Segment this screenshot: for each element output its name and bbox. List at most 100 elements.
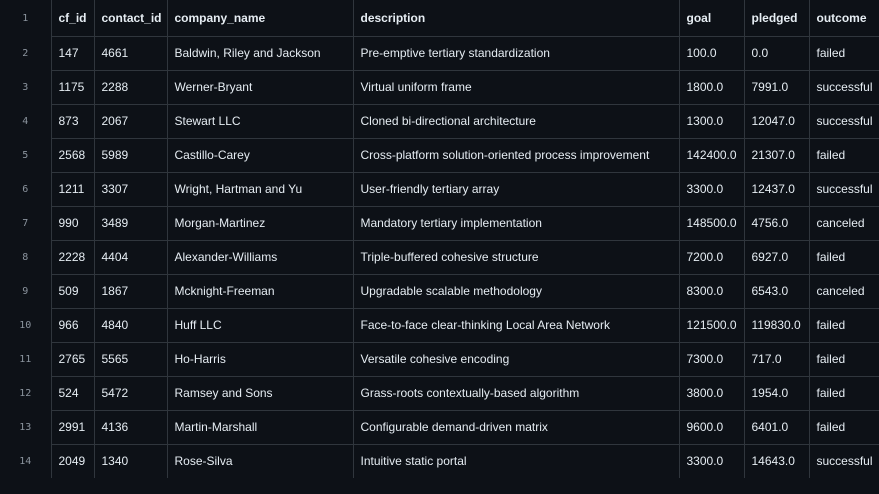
cell-description[interactable]: Cloned bi-directional architecture xyxy=(353,104,680,139)
cell-company-name[interactable]: Ho-Harris xyxy=(167,342,354,377)
cell-company-name[interactable]: Baldwin, Riley and Jackson xyxy=(167,36,354,71)
cell-contact-id[interactable]: 1340 xyxy=(94,444,168,478)
cell-contact-id[interactable]: 4136 xyxy=(94,410,168,445)
cell-cf-id[interactable]: 147 xyxy=(51,36,95,71)
cell-description[interactable]: Versatile cohesive encoding xyxy=(353,342,680,377)
column-header-pledged[interactable]: pledged xyxy=(744,0,810,37)
cell-company-name[interactable]: Werner-Bryant xyxy=(167,70,354,105)
cell-cf-id[interactable]: 873 xyxy=(51,104,95,139)
line-number: 11 xyxy=(0,342,52,376)
cell-company-name[interactable]: Mcknight-Freeman xyxy=(167,274,354,309)
cell-cf-id[interactable]: 2228 xyxy=(51,240,95,275)
cell-outcome[interactable]: canceled xyxy=(809,206,879,241)
cell-pledged[interactable]: 0.0 xyxy=(744,36,810,71)
cell-contact-id[interactable]: 4404 xyxy=(94,240,168,275)
cell-contact-id[interactable]: 2288 xyxy=(94,70,168,105)
cell-outcome[interactable]: successful xyxy=(809,70,879,105)
cell-description[interactable]: Configurable demand-driven matrix xyxy=(353,410,680,445)
cell-company-name[interactable]: Stewart LLC xyxy=(167,104,354,139)
cell-cf-id[interactable]: 1175 xyxy=(51,70,95,105)
cell-cf-id[interactable]: 990 xyxy=(51,206,95,241)
cell-company-name[interactable]: Castillo-Carey xyxy=(167,138,354,173)
cell-description[interactable]: Pre-emptive tertiary standardization xyxy=(353,36,680,71)
cell-pledged[interactable]: 717.0 xyxy=(744,342,810,377)
cell-goal[interactable]: 7200.0 xyxy=(679,240,745,275)
cell-goal[interactable]: 1800.0 xyxy=(679,70,745,105)
cell-cf-id[interactable]: 1211 xyxy=(51,172,95,207)
cell-cf-id[interactable]: 509 xyxy=(51,274,95,309)
cell-contact-id[interactable]: 3307 xyxy=(94,172,168,207)
cell-pledged[interactable]: 12047.0 xyxy=(744,104,810,139)
cell-goal[interactable]: 8300.0 xyxy=(679,274,745,309)
cell-description[interactable]: Grass-roots contextually-based algorithm xyxy=(353,376,680,411)
cell-goal[interactable]: 7300.0 xyxy=(679,342,745,377)
column-header-contact-id[interactable]: contact_id xyxy=(94,0,168,37)
cell-goal[interactable]: 3800.0 xyxy=(679,376,745,411)
cell-pledged[interactable]: 14643.0 xyxy=(744,444,810,478)
cell-description[interactable]: Virtual uniform frame xyxy=(353,70,680,105)
cell-description[interactable]: Intuitive static portal xyxy=(353,444,680,478)
cell-outcome[interactable]: failed xyxy=(809,308,879,343)
cell-outcome[interactable]: failed xyxy=(809,138,879,173)
cell-cf-id[interactable]: 2991 xyxy=(51,410,95,445)
cell-outcome[interactable]: failed xyxy=(809,36,879,71)
cell-goal[interactable]: 9600.0 xyxy=(679,410,745,445)
column-header-company-name[interactable]: company_name xyxy=(167,0,354,37)
cell-contact-id[interactable]: 3489 xyxy=(94,206,168,241)
cell-outcome[interactable]: failed xyxy=(809,240,879,275)
cell-goal[interactable]: 3300.0 xyxy=(679,172,745,207)
cell-description[interactable]: Cross-platform solution-oriented process… xyxy=(353,138,680,173)
column-header-description[interactable]: description xyxy=(353,0,680,37)
cell-pledged[interactable]: 119830.0 xyxy=(744,308,810,343)
cell-goal[interactable]: 100.0 xyxy=(679,36,745,71)
cell-company-name[interactable]: Alexander-Williams xyxy=(167,240,354,275)
cell-outcome[interactable]: successful xyxy=(809,104,879,139)
cell-outcome[interactable]: successful xyxy=(809,444,879,478)
cell-description[interactable]: Triple-buffered cohesive structure xyxy=(353,240,680,275)
column-header-goal[interactable]: goal xyxy=(679,0,745,37)
cell-contact-id[interactable]: 5472 xyxy=(94,376,168,411)
cell-description[interactable]: Upgradable scalable methodology xyxy=(353,274,680,309)
column-header-cf-id[interactable]: cf_id xyxy=(51,0,95,37)
cell-pledged[interactable]: 12437.0 xyxy=(744,172,810,207)
cell-goal[interactable]: 148500.0 xyxy=(679,206,745,241)
cell-contact-id[interactable]: 2067 xyxy=(94,104,168,139)
cell-description[interactable]: User-friendly tertiary array xyxy=(353,172,680,207)
cell-cf-id[interactable]: 2765 xyxy=(51,342,95,377)
cell-company-name[interactable]: Wright, Hartman and Yu xyxy=(167,172,354,207)
cell-contact-id[interactable]: 5565 xyxy=(94,342,168,377)
cell-company-name[interactable]: Martin-Marshall xyxy=(167,410,354,445)
cell-outcome[interactable]: failed xyxy=(809,342,879,377)
cell-cf-id[interactable]: 524 xyxy=(51,376,95,411)
cell-goal[interactable]: 1300.0 xyxy=(679,104,745,139)
cell-pledged[interactable]: 6927.0 xyxy=(744,240,810,275)
cell-contact-id[interactable]: 4661 xyxy=(94,36,168,71)
cell-outcome[interactable]: successful xyxy=(809,172,879,207)
cell-goal[interactable]: 121500.0 xyxy=(679,308,745,343)
cell-company-name[interactable]: Huff LLC xyxy=(167,308,354,343)
cell-pledged[interactable]: 1954.0 xyxy=(744,376,810,411)
cell-pledged[interactable]: 21307.0 xyxy=(744,138,810,173)
cell-outcome[interactable]: canceled xyxy=(809,274,879,309)
cell-pledged[interactable]: 4756.0 xyxy=(744,206,810,241)
cell-cf-id[interactable]: 2049 xyxy=(51,444,95,478)
cell-pledged[interactable]: 6401.0 xyxy=(744,410,810,445)
cell-company-name[interactable]: Rose-Silva xyxy=(167,444,354,478)
table-row: 14 2049 1340 Rose-Silva Intuitive static por… xyxy=(0,444,879,478)
cell-goal[interactable]: 142400.0 xyxy=(679,138,745,173)
cell-cf-id[interactable]: 2568 xyxy=(51,138,95,173)
cell-contact-id[interactable]: 4840 xyxy=(94,308,168,343)
cell-outcome[interactable]: failed xyxy=(809,410,879,445)
cell-contact-id[interactable]: 1867 xyxy=(94,274,168,309)
cell-company-name[interactable]: Ramsey and Sons xyxy=(167,376,354,411)
cell-company-name[interactable]: Morgan-Martinez xyxy=(167,206,354,241)
cell-description[interactable]: Mandatory tertiary implementation xyxy=(353,206,680,241)
cell-contact-id[interactable]: 5989 xyxy=(94,138,168,173)
column-header-outcome[interactable]: outcome xyxy=(809,0,879,37)
cell-pledged[interactable]: 6543.0 xyxy=(744,274,810,309)
cell-description[interactable]: Face-to-face clear-thinking Local Area N… xyxy=(353,308,680,343)
cell-outcome[interactable]: failed xyxy=(809,376,879,411)
cell-goal[interactable]: 3300.0 xyxy=(679,444,745,478)
cell-pledged[interactable]: 7991.0 xyxy=(744,70,810,105)
cell-cf-id[interactable]: 966 xyxy=(51,308,95,343)
